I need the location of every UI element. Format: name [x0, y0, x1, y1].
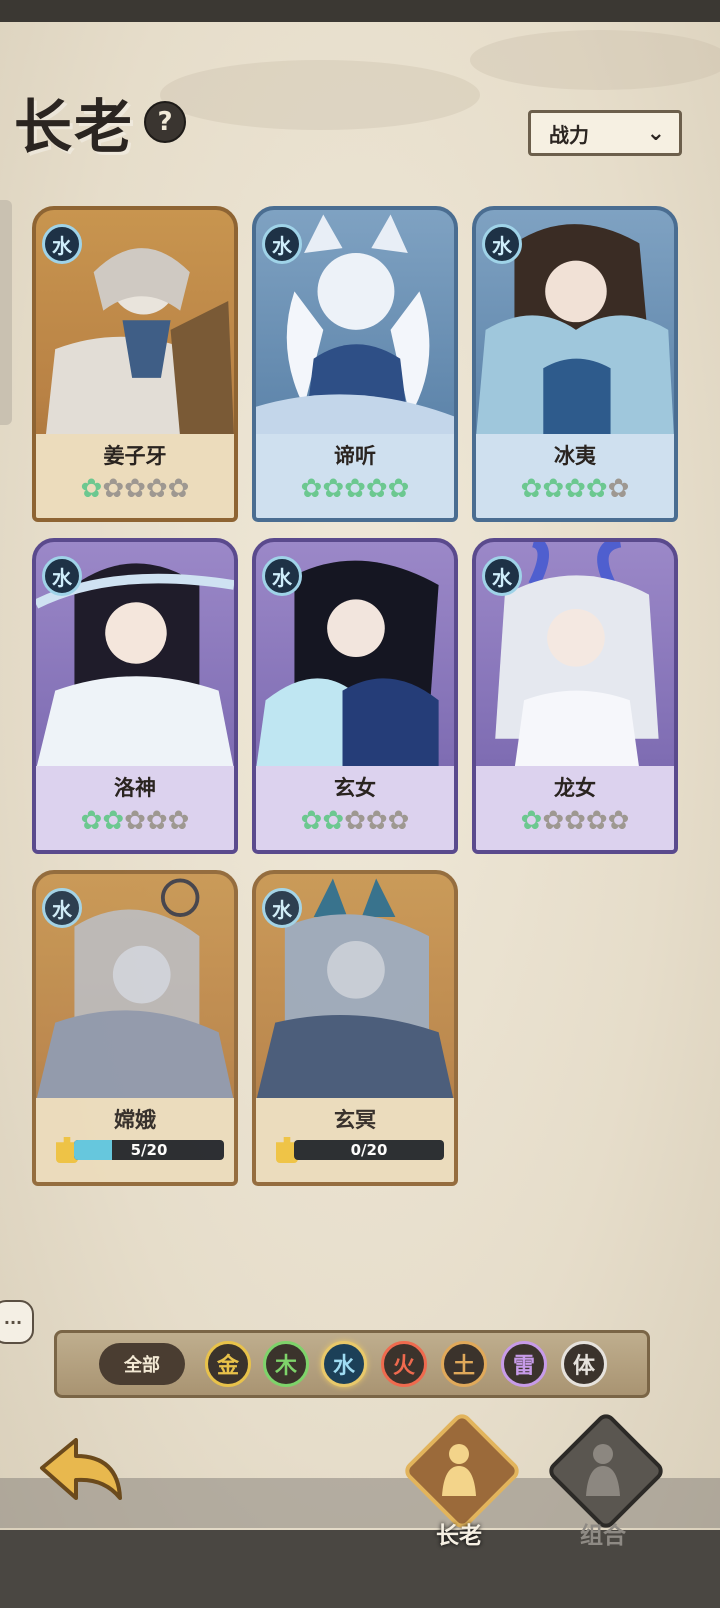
hero-card-luoshen[interactable]: 水 洛神 ✿✿✿✿✿: [32, 538, 238, 854]
water-element-icon: 水: [42, 224, 82, 264]
hero-name: 谛听: [334, 444, 376, 468]
team-figure-icon: [586, 1444, 620, 1496]
filter-wood-button[interactable]: 木: [263, 1341, 309, 1387]
star-rating: ✿✿✿✿✿: [300, 806, 410, 836]
filter-body-button[interactable]: 体: [561, 1341, 607, 1387]
star-rating: ✿✿✿✿✿: [80, 806, 190, 836]
fragment-progress: 0/20: [276, 1137, 446, 1163]
hero-name: 洛神: [114, 776, 156, 800]
filter-metal-button[interactable]: 金: [205, 1341, 251, 1387]
filter-fire-button[interactable]: 火: [381, 1341, 427, 1387]
hero-card-footer: 龙女 ✿✿✿✿✿: [476, 766, 674, 850]
hero-card-longnv[interactable]: 水 龙女 ✿✿✿✿✿: [472, 538, 678, 854]
water-element-icon: 水: [42, 556, 82, 596]
water-element-icon: 水: [42, 888, 82, 928]
hero-card-jiangziya[interactable]: 水 姜子牙 ✿✿✿✿✿: [32, 206, 238, 522]
page-title: 长老: [14, 93, 135, 161]
back-arrow-icon[interactable]: [38, 1438, 124, 1508]
sort-dropdown[interactable]: 战力 ⌄: [528, 110, 682, 156]
star-rating: ✿✿✿✿✿: [300, 474, 410, 504]
hero-card-footer: 玄女 ✿✿✿✿✿: [256, 766, 454, 850]
star-rating: ✿✿✿✿✿: [80, 474, 190, 504]
fragment-bar: 0/20: [294, 1140, 444, 1160]
element-filter-bar: 全部 金 木 水 火 土 雷 体: [54, 1330, 650, 1398]
fragment-progress: 5/20: [56, 1137, 226, 1163]
hero-card-diting[interactable]: 水 谛听 ✿✿✿✿✿: [252, 206, 458, 522]
filter-thunder-button[interactable]: 雷: [501, 1341, 547, 1387]
chevron-down-icon: ⌄: [646, 121, 665, 146]
water-element-icon: 水: [262, 224, 302, 264]
help-icon[interactable]: ?: [144, 101, 187, 143]
filter-all-button[interactable]: 全部: [99, 1343, 185, 1385]
filter-water-button[interactable]: 水: [321, 1341, 367, 1387]
hero-name: 姜子牙: [103, 444, 167, 468]
hero-name: 冰夷: [554, 444, 596, 468]
chat-bubble-icon[interactable]: ···: [0, 1300, 34, 1344]
star-rating: ✿✿✿✿✿: [520, 474, 630, 504]
hero-name: 玄女: [334, 776, 376, 800]
hero-card-footer: 谛听 ✿✿✿✿✿: [256, 434, 454, 518]
side-scroll-tab[interactable]: [0, 200, 12, 425]
hero-card-bingyi[interactable]: 水 冰夷 ✿✿✿✿✿: [472, 206, 678, 522]
hero-name: 玄冥: [334, 1108, 376, 1132]
nav-elders-label: 长老: [436, 1523, 482, 1549]
sort-label: 战力: [549, 122, 589, 147]
hero-card-footer: 姜子牙 ✿✿✿✿✿: [36, 434, 234, 518]
water-element-icon: 水: [262, 556, 302, 596]
status-strip: [0, 0, 720, 22]
filter-earth-button[interactable]: 土: [441, 1341, 487, 1387]
nav-elders[interactable]: 长老: [401, 1410, 523, 1550]
nav-team[interactable]: 组合: [545, 1410, 667, 1550]
fragment-count: 0/20: [350, 1141, 388, 1159]
nav-team-label: 组合: [580, 1523, 626, 1549]
fragment-bar: 5/20: [74, 1140, 224, 1160]
hero-name: 龙女: [554, 776, 596, 800]
elder-figure-icon: [442, 1444, 476, 1496]
hero-card-xuanming[interactable]: 水 玄冥 0/20: [252, 870, 458, 1186]
hero-name: 嫦娥: [114, 1108, 156, 1132]
water-element-icon: 水: [262, 888, 302, 928]
page-header: 长老 ?: [14, 80, 187, 164]
hero-card-footer: 洛神 ✿✿✿✿✿: [36, 766, 234, 850]
mist-decoration: [160, 60, 480, 130]
water-element-icon: 水: [482, 556, 522, 596]
mist-decoration: [470, 30, 720, 90]
star-rating: ✿✿✿✿✿: [520, 806, 630, 836]
hero-card-footer: 冰夷 ✿✿✿✿✿: [476, 434, 674, 518]
hero-card-footer: 玄冥 0/20: [256, 1098, 454, 1182]
hero-card-xuannv[interactable]: 水 玄女 ✿✿✿✿✿: [252, 538, 458, 854]
hero-card-change[interactable]: 水 嫦娥 5/20: [32, 870, 238, 1186]
hero-card-footer: 嫦娥 5/20: [36, 1098, 234, 1182]
water-element-icon: 水: [482, 224, 522, 264]
fragment-count: 5/20: [130, 1141, 168, 1159]
